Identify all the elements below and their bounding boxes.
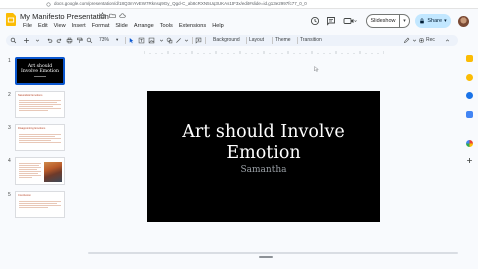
transition-button[interactable]: Transition [300,37,322,43]
slide-number: 3 [8,125,11,131]
slides-logo[interactable] [6,13,16,26]
pen-tool-icon[interactable] [403,37,410,44]
menu-edit[interactable]: Edit [35,23,51,29]
slide-number: 1 [8,58,11,64]
toolbar: 73% ▾ Background Layout Theme Transition… [6,35,458,46]
browser-address-bar[interactable]: docs.google.com/presentation/d/18Q3mYvEW… [0,0,478,9]
slide-thumbnail[interactable]: Conclusion [15,191,65,218]
search-menus-icon[interactable] [10,37,17,44]
thumbnail-body [19,99,61,112]
collapse-toolbar-icon[interactable] [444,37,451,44]
horizontal-scrollbar[interactable] [88,252,458,254]
slide-number: 4 [8,158,11,164]
slide-thumbnail[interactable]: Art should Involve Emotion [15,57,65,85]
thumbnail-title: Conclusion [18,194,31,197]
thumbnail-title: Disappointing Emotions [18,127,46,130]
meet-icon[interactable] [343,16,357,26]
slide-number: 2 [8,92,11,98]
layout-button[interactable]: Layout [249,37,264,43]
new-slide-icon[interactable] [23,37,30,44]
menu-format[interactable]: Format [89,23,113,29]
thumbnail-subtitle-line [34,76,46,77]
slide-thumbnail[interactable]: Disappointing Emotions [15,124,65,151]
thumbnail-title: Naturalistic Emotions [18,94,43,97]
menu-help[interactable]: Help [209,23,227,29]
site-info-icon[interactable] [46,2,51,7]
avatar[interactable] [458,16,469,27]
menu-slide[interactable]: Slide [112,23,130,29]
menu-file[interactable]: File [20,23,35,29]
divider [297,37,298,44]
zoom-select[interactable]: 73% [99,37,109,43]
document-title[interactable]: My Manifesto Presentation [20,12,109,21]
paint-format-icon[interactable] [76,37,83,44]
slide-thumbnail[interactable] [15,157,65,185]
thumbnail-painting-image [44,162,62,182]
print-icon[interactable] [66,37,73,44]
menu-view[interactable]: View [51,23,69,29]
line-dropdown-icon[interactable] [183,37,190,44]
slide-thumbnail[interactable]: Naturalistic Emotions [15,91,65,118]
background-button[interactable]: Background [213,37,240,43]
image-dropdown-icon[interactable] [158,37,165,44]
history-icon[interactable] [310,16,320,26]
redo-icon[interactable] [56,37,63,44]
divider [205,37,206,44]
comment-icon[interactable] [326,16,336,26]
theme-button[interactable]: Theme [275,37,291,43]
select-cursor-icon[interactable] [128,37,135,44]
chevron-down-icon: ▾ [403,18,406,24]
slide-number: 5 [8,192,11,198]
mouse-cursor-icon [314,66,319,72]
chevron-down-icon: ▾ [444,18,447,24]
zoom-icon[interactable] [86,37,93,44]
divider [272,37,273,44]
divider [125,37,126,44]
new-slide-dropdown-icon[interactable] [34,37,41,44]
thumbnail-body [19,200,61,209]
menu-tools[interactable]: Tools [157,23,176,29]
lock-icon [420,18,425,24]
slide-subtitle[interactable]: Samantha [147,165,380,175]
share-button[interactable]: Share ▾ [415,14,451,28]
keep-icon[interactable] [466,74,473,81]
pen-dropdown-icon[interactable] [411,37,418,44]
url-text: docs.google.com/presentation/d/18Q3mYvEW… [54,1,307,6]
rec-button[interactable]: Rec [426,37,435,43]
slide-canvas[interactable]: Art should Involve Emotion Samantha [147,91,380,222]
maps-icon[interactable] [466,140,473,147]
menu-extensions[interactable]: Extensions [176,23,209,29]
chevron-down-icon[interactable]: ▾ [116,37,118,43]
add-on-plus-icon[interactable] [466,157,473,164]
divider [246,37,247,44]
menu-bar: File Edit View Insert Format Slide Arran… [20,23,227,29]
horizontal-ruler[interactable] [144,50,384,54]
record-icon[interactable] [418,37,425,44]
thumbnail-body [19,162,41,179]
share-label: Share [427,18,443,24]
scrollbar-handle[interactable] [259,256,273,258]
slide-title-line-2[interactable]: Emotion [147,143,380,164]
undo-icon[interactable] [46,37,53,44]
move-folder-icon[interactable] [109,12,116,19]
menu-insert[interactable]: Insert [69,23,89,29]
divider [192,37,193,44]
tasks-icon[interactable] [466,92,473,99]
shape-icon[interactable] [166,37,173,44]
slideshow-label: Slideshow [370,18,396,24]
slideshow-button[interactable]: Slideshow [366,14,400,28]
cloud-status-icon[interactable] [119,12,126,19]
calendar-icon[interactable] [466,55,473,62]
slide-title-line-1[interactable]: Art should Involve [147,122,380,143]
line-icon[interactable] [175,37,182,44]
contacts-icon[interactable] [466,111,473,118]
text-box-icon[interactable] [138,37,145,44]
thumbnail-title: Art should Involve Emotion [21,64,59,74]
thumbnail-body [19,133,61,144]
star-icon[interactable] [99,12,106,19]
image-icon[interactable] [148,37,155,44]
menu-arrange[interactable]: Arrange [131,23,157,29]
add-comment-icon[interactable] [195,37,202,44]
